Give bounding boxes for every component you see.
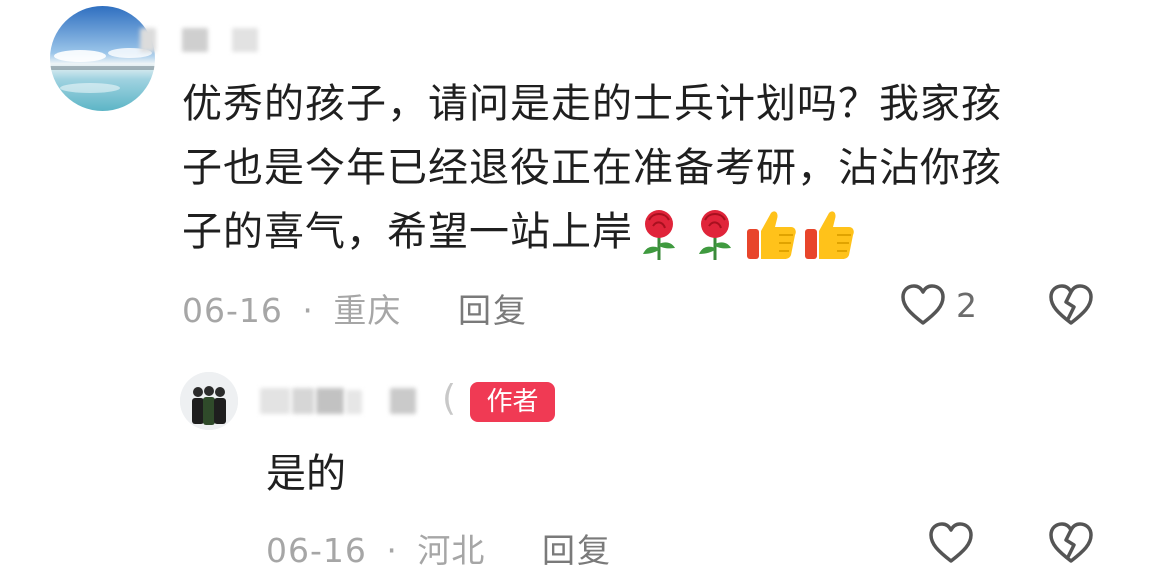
- reply-button[interactable]: 回复: [458, 284, 528, 332]
- meta-separator: ·: [386, 531, 398, 570]
- heart-icon: [901, 284, 945, 325]
- commenter-avatar[interactable]: [50, 6, 155, 111]
- reply-location: 河北: [417, 531, 486, 570]
- reply-date: 06-16: [266, 531, 367, 570]
- thumbs-up-icon: [803, 207, 855, 261]
- author-name-blurred[interactable]: [390, 388, 416, 414]
- username-blurred[interactable]: [232, 28, 258, 52]
- like-button[interactable]: [900, 283, 946, 327]
- broken-heart-icon: [1049, 284, 1093, 325]
- dislike-button[interactable]: [1048, 283, 1094, 327]
- thumbs-up-icon: [745, 207, 797, 261]
- meta-separator: ·: [302, 291, 314, 330]
- comment-line: 子的喜气，希望一站上岸: [182, 200, 1102, 264]
- heart-icon: [929, 522, 973, 563]
- author-avatar[interactable]: [180, 372, 238, 430]
- like-count: 2: [956, 286, 977, 325]
- author-name-paren: (: [442, 378, 457, 419]
- comment-date: 06-16: [182, 291, 283, 330]
- rose-icon: [693, 206, 737, 262]
- comment-line-text: 子的喜气，希望一站上岸: [182, 209, 633, 255]
- reply-text: 是的: [266, 451, 346, 497]
- dislike-button[interactable]: [1048, 521, 1094, 565]
- author-name-blurred[interactable]: [316, 388, 344, 414]
- reply-button[interactable]: 回复: [542, 524, 612, 572]
- author-badge: 作者: [470, 382, 555, 422]
- author-name-blurred[interactable]: [260, 388, 290, 414]
- comment-location: 重庆: [333, 291, 402, 330]
- author-name-blurred[interactable]: [292, 388, 314, 414]
- comment-line: 子也是今年已经退役正在准备考研，沾沾你孩: [182, 145, 1002, 191]
- comment-meta: 06-16 · 重庆: [182, 284, 401, 332]
- comment-line: 优秀的孩子，请问是走的士兵计划吗？我家孩: [182, 81, 1002, 127]
- rose-icon: [637, 206, 681, 262]
- username-blurred-edge: [140, 28, 156, 52]
- comment-text: 优秀的孩子，请问是走的士兵计划吗？我家孩 子也是今年已经退役正在准备考研，沾沾你…: [182, 72, 1102, 264]
- username-blurred[interactable]: [182, 28, 208, 52]
- broken-heart-icon: [1049, 522, 1093, 563]
- author-name-blurred[interactable]: [346, 390, 362, 414]
- like-button[interactable]: [928, 521, 974, 565]
- reply-meta: 06-16 · 河北: [266, 524, 485, 572]
